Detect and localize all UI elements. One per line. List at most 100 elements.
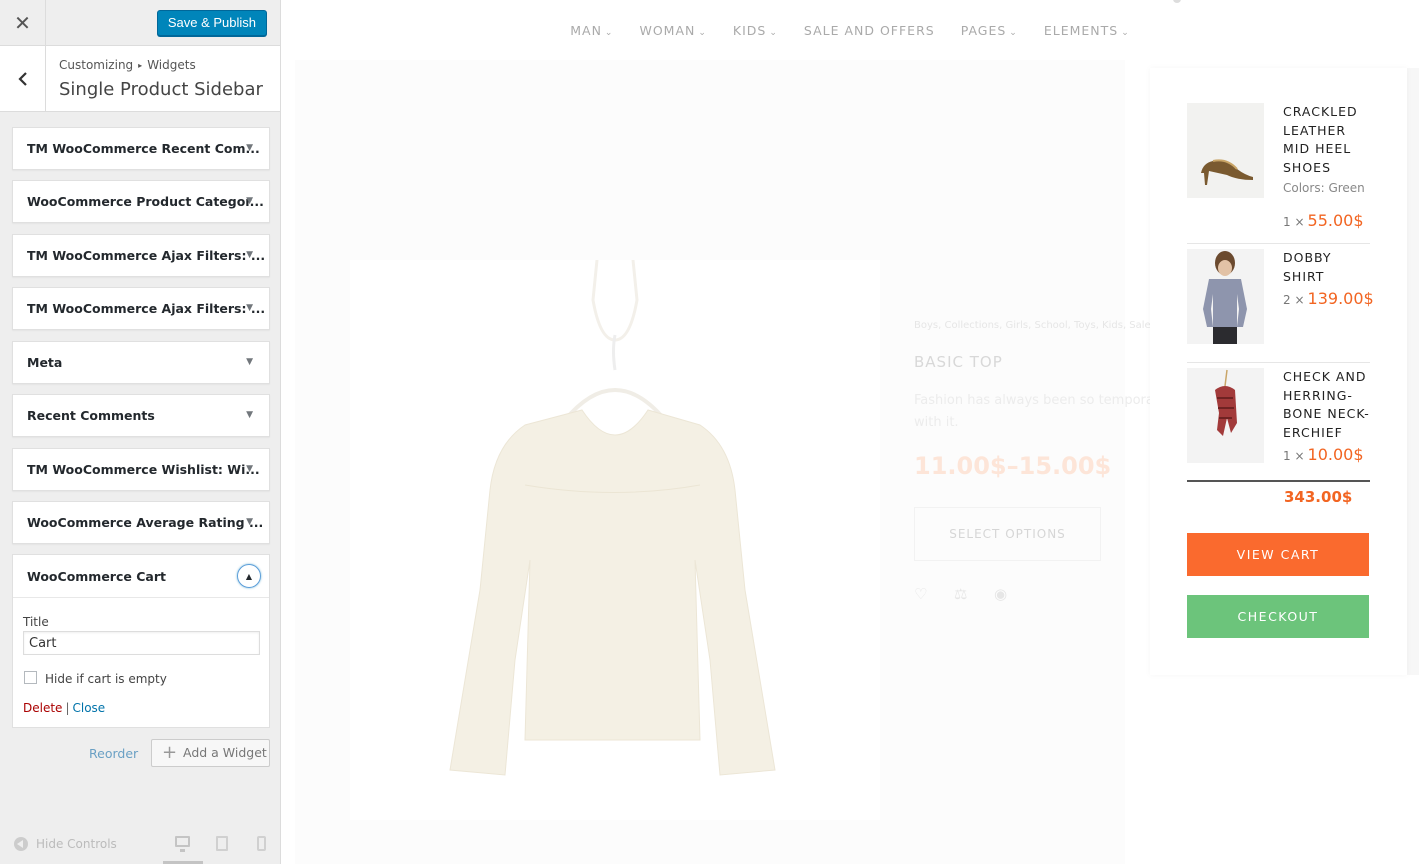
nav-label: MAN (570, 22, 602, 38)
times-sign: × (1294, 215, 1305, 229)
cart-item-thumbnail[interactable] (1187, 249, 1264, 344)
times-sign: × (1294, 449, 1305, 463)
customizer-footer: Hide Controls (0, 826, 280, 864)
cart-total-divider (1187, 480, 1370, 482)
widget-tm-recent-comments[interactable]: TM WooCommerce Recent Com... ▼ (12, 127, 270, 170)
mini-cart-panel: CRACKLED LEATHER MID HEEL SHOES Colors: … (1150, 68, 1407, 675)
product-price: 11.00$–15.00$ (914, 452, 1112, 480)
cart-separator (1187, 243, 1370, 244)
desktop-preview-icon[interactable] (175, 836, 190, 852)
cart-total: 343.00$ (1284, 488, 1353, 506)
nav-label: ELEMENTS (1043, 22, 1119, 38)
widget-label: WooCommerce Average Rating ... (27, 515, 264, 530)
widget-label: WooCommerce Product Categor... (27, 194, 264, 209)
caret-down-icon: ▼ (246, 410, 253, 420)
widget-average-rating[interactable]: WooCommerce Average Rating ... ▼ (12, 501, 270, 544)
cart-item-name[interactable]: CHECK AND HERRING-BONE NECK-ERCHIEF (1283, 368, 1373, 442)
cart-item-attribute: Colors: Green (1283, 181, 1365, 195)
widget-cart-header[interactable]: WooCommerce Cart ▲ (13, 555, 269, 598)
cart-item-price: 139.00$ (1307, 289, 1374, 308)
sweater-illustration (449, 260, 776, 776)
cart-item-name[interactable]: CRACKLED LEATHER MID HEEL SHOES (1283, 103, 1373, 177)
compare-icon[interactable]: ⚖ (954, 585, 972, 603)
caret-down-icon: ▼ (246, 303, 253, 313)
nav-item-pages[interactable]: PAGES ⌄ (961, 23, 1018, 38)
widget-wishlist[interactable]: TM WooCommerce Wishlist: Wi... ▼ (12, 448, 270, 491)
hide-if-empty-label: Hide if cart is empty (45, 672, 167, 686)
hide-if-empty-checkbox[interactable] (24, 671, 37, 684)
nav-item-kids[interactable]: KIDS ⌄ (733, 23, 778, 38)
cart-item-thumbnail[interactable] (1187, 368, 1264, 463)
cart-separator (1187, 362, 1370, 363)
cart-item-name[interactable]: DOBBY SHIRT (1283, 249, 1373, 286)
caret-down-icon: ▼ (246, 250, 253, 260)
widget-recent-comments[interactable]: Recent Comments ▼ (12, 394, 270, 437)
widget-actions: Delete | Close (23, 701, 105, 715)
checkout-button[interactable]: CHECKOUT (1187, 595, 1369, 638)
close-icon: ✕ (14, 11, 31, 35)
cart-item-thumbnail[interactable] (1187, 103, 1264, 198)
delete-widget-link[interactable]: Delete (23, 701, 62, 715)
close-customizer-button[interactable]: ✕ (0, 0, 46, 46)
nav-label: PAGES (960, 22, 1007, 38)
nav-label: SALE AND OFFERS (803, 22, 935, 38)
widget-label: TM WooCommerce Ajax Filters: ... (27, 301, 266, 316)
collapse-icon (14, 837, 28, 851)
nav-item-man[interactable]: MAN ⌄ (570, 23, 613, 38)
qty-value: 1 (1283, 215, 1291, 229)
view-cart-button[interactable]: VIEW CART (1187, 533, 1369, 576)
caret-down-icon: ▼ (246, 464, 253, 474)
select-options-button[interactable]: SELECT OPTIONS (914, 507, 1101, 561)
shirt-model-image (1187, 249, 1264, 344)
eye-icon[interactable]: ◉ (994, 585, 1012, 603)
chevron-down-icon: ⌄ (604, 27, 614, 38)
mobile-preview-icon[interactable] (257, 836, 266, 851)
product-categories[interactable]: Boys, Collections, Girls, School, Toys, … (914, 320, 1160, 331)
hide-controls-button[interactable]: Hide Controls (14, 837, 117, 851)
widget-label: WooCommerce Cart (27, 569, 166, 584)
save-publish-button[interactable]: Save & Publish (156, 10, 267, 36)
widget-ajax-filters-1[interactable]: TM WooCommerce Ajax Filters: ... ▼ (12, 234, 270, 277)
widget-ajax-filters-2[interactable]: TM WooCommerce Ajax Filters: ... ▼ (12, 287, 270, 330)
breadcrumb-separator-icon: ▸ (138, 61, 143, 70)
nav-item-woman[interactable]: WOMAN ⌄ (639, 23, 706, 38)
caret-down-icon: ▼ (246, 357, 253, 367)
title-input[interactable] (23, 631, 260, 655)
customizer-header: ✕ Save & Publish (0, 0, 280, 46)
chevron-down-icon: ⌄ (1121, 27, 1130, 38)
section-title: Single Product Sidebar (59, 79, 263, 100)
caret-down-icon: ▼ (246, 143, 253, 153)
cart-scrollbar[interactable] (1406, 68, 1419, 675)
add-widget-label: Add a Widget (183, 745, 267, 760)
tablet-preview-icon[interactable] (216, 836, 228, 851)
product-image[interactable] (350, 260, 880, 820)
cart-item-price: 10.00$ (1307, 445, 1364, 464)
product-area: Boys, Collections, Girls, School, Toys, … (295, 60, 1167, 864)
nav-item-sale[interactable]: SALE AND OFFERS (804, 23, 935, 38)
breadcrumb: Customizing ▸ Widgets (59, 58, 196, 72)
cart-item-quantity: 1 × 10.00$ (1283, 445, 1364, 464)
reorder-link[interactable]: Reorder (89, 746, 138, 761)
caret-down-icon: ▼ (246, 517, 253, 527)
widget-product-categories[interactable]: WooCommerce Product Categor... ▼ (12, 180, 270, 223)
cart-item-quantity: 1 × 55.00$ (1283, 211, 1364, 230)
chevron-down-icon: ⌄ (698, 27, 707, 38)
back-button[interactable] (0, 46, 46, 111)
caret-down-icon: ▼ (246, 196, 253, 206)
qty-value: 2 (1283, 293, 1291, 307)
nav-item-elements[interactable]: ELEMENTS ⌄ (1044, 23, 1130, 38)
add-widget-button[interactable]: + Add a Widget (151, 739, 270, 767)
hide-controls-label: Hide Controls (36, 837, 117, 851)
caret-up-icon[interactable]: ▲ (237, 564, 261, 588)
title-field-label: Title (23, 615, 49, 629)
heel-shoe-image (1187, 103, 1264, 198)
close-widget-link[interactable]: Close (72, 701, 105, 715)
widget-label: Recent Comments (27, 408, 155, 423)
product-title: BASIC TOP (914, 353, 1003, 371)
widget-label: Meta (27, 355, 63, 370)
cart-item-quantity: 2 × 139.00$ (1283, 289, 1374, 308)
heart-icon[interactable]: ♡ (914, 585, 932, 603)
widget-label: TM WooCommerce Recent Com... (27, 141, 260, 156)
widget-meta[interactable]: Meta ▼ (12, 341, 270, 384)
widget-label: TM WooCommerce Ajax Filters: ... (27, 248, 266, 263)
